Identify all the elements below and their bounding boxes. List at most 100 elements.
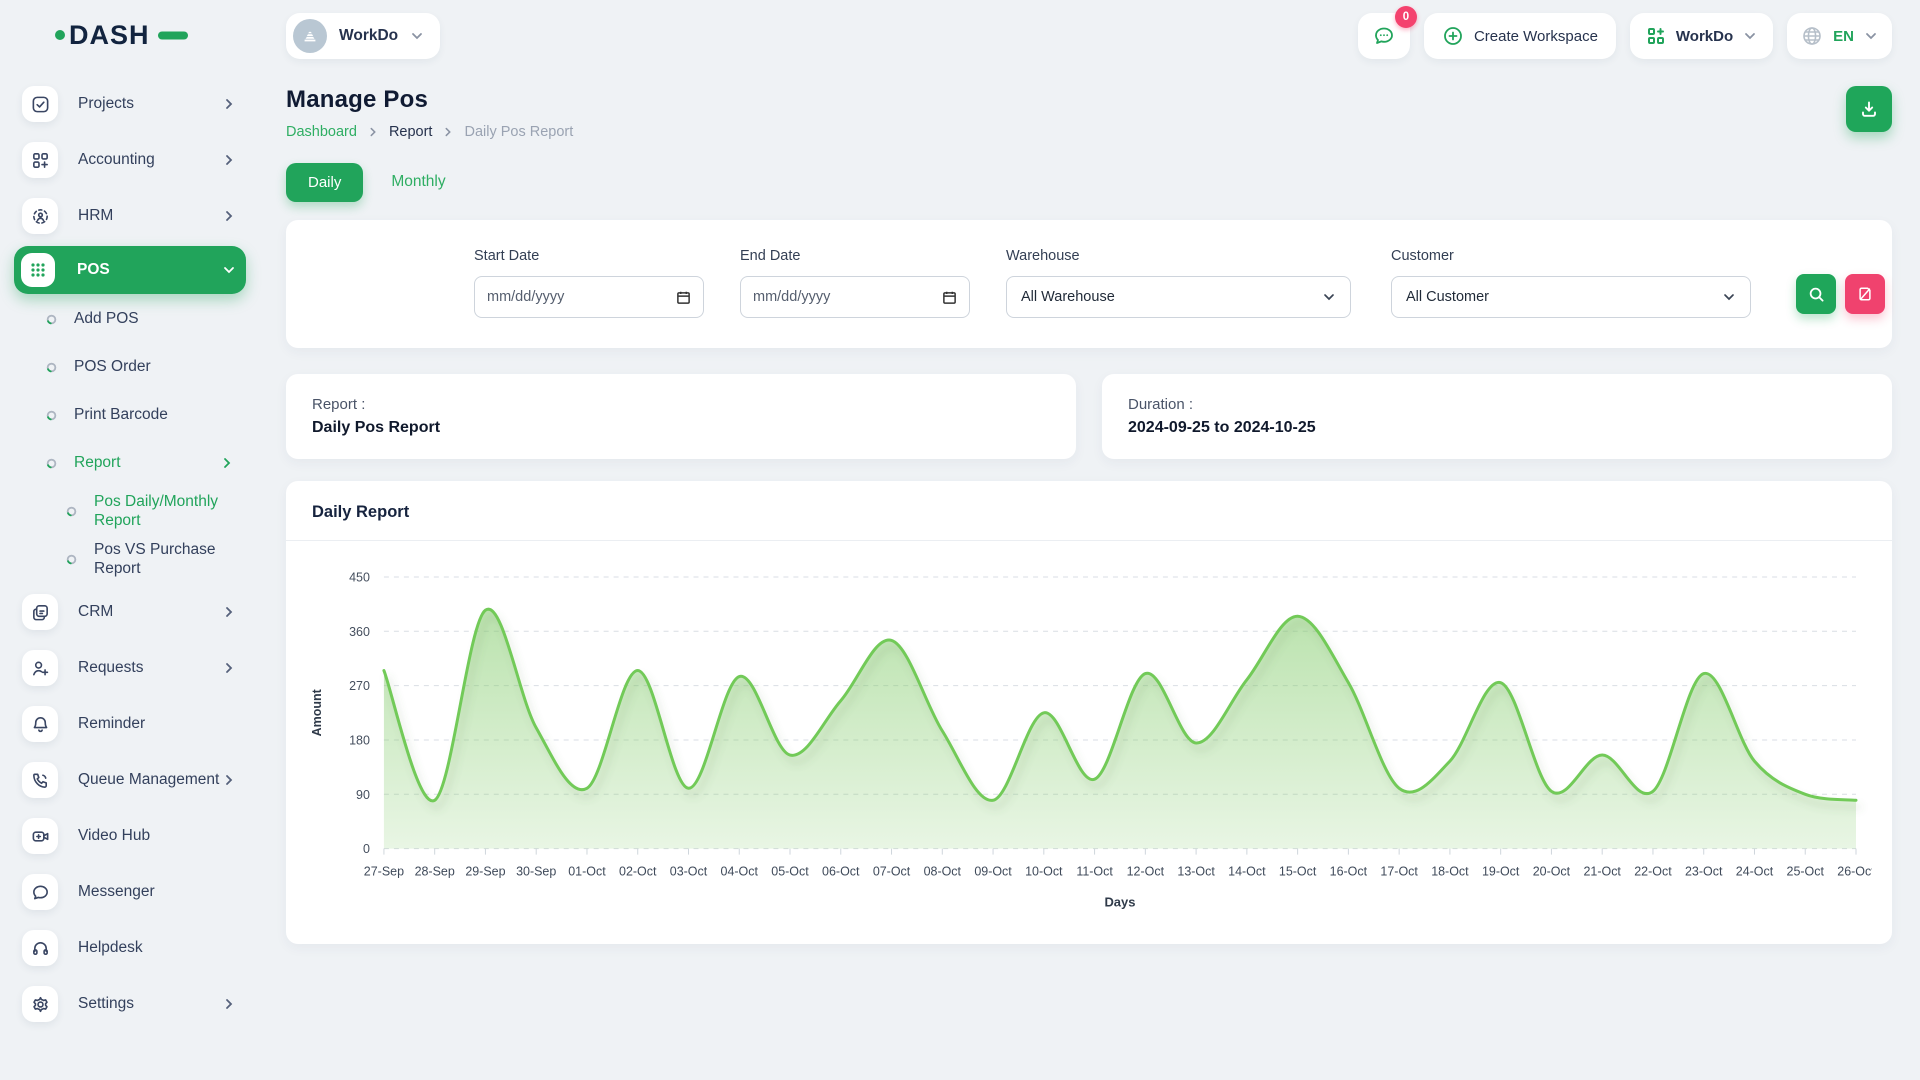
start-date-label: Start Date <box>474 248 704 264</box>
svg-text:29-Sep: 29-Sep <box>465 865 505 879</box>
video-camera-icon <box>22 818 58 854</box>
download-report-button[interactable] <box>1846 86 1892 132</box>
sidebar-item-pos[interactable]: POS <box>14 246 246 294</box>
breadcrumb-separator-icon <box>442 126 454 138</box>
chevron-down-icon <box>1722 290 1736 304</box>
sidebar-item-reminder[interactable]: Reminder <box>14 698 246 750</box>
clear-filter-icon <box>1857 286 1873 302</box>
sidebar-item-accounting[interactable]: Accounting <box>14 134 246 186</box>
svg-text:24-Oct: 24-Oct <box>1736 865 1774 879</box>
customer-select[interactable]: All Customer <box>1391 276 1751 318</box>
breadcrumb-report[interactable]: Report <box>389 124 433 140</box>
svg-text:11-Oct: 11-Oct <box>1076 865 1113 879</box>
daily-report-card: Daily Report 09018027036045027-Sep28-Sep… <box>286 481 1892 944</box>
language-selector[interactable]: EN <box>1787 13 1892 59</box>
chevron-right-icon <box>222 997 236 1011</box>
grid-plus-icon <box>1646 26 1666 46</box>
sidebar-item-requests[interactable]: Requests <box>14 642 246 694</box>
sidebar-item-hrm[interactable]: HRM <box>14 190 246 242</box>
reset-filter-button[interactable] <box>1845 274 1885 314</box>
page-title: Manage Pos <box>286 86 573 114</box>
sidebar-subitem-pos-order[interactable]: POS Order <box>14 346 246 388</box>
chat-bubble-icon <box>1372 24 1396 48</box>
svg-text:Days: Days <box>1104 895 1135 910</box>
chart-title: Daily Report <box>286 481 1892 541</box>
calendar-icon <box>676 290 691 305</box>
customer-label: Customer <box>1391 248 1751 264</box>
chevron-right-icon <box>222 661 236 675</box>
svg-text:22-Oct: 22-Oct <box>1634 865 1672 879</box>
start-date-input[interactable]: mm/dd/yyyy <box>474 276 704 318</box>
sidebar-item-settings[interactable]: Settings <box>14 978 246 1030</box>
warehouse-select[interactable]: All Warehouse <box>1006 276 1351 318</box>
breadcrumb-separator-icon <box>367 126 379 138</box>
chevron-right-icon <box>220 456 234 470</box>
svg-text:05-Oct: 05-Oct <box>771 865 809 879</box>
end-date-input[interactable]: mm/dd/yyyy <box>740 276 970 318</box>
sidebar-subitem-add-pos[interactable]: Add POS <box>14 298 246 340</box>
apply-filter-button[interactable] <box>1796 274 1836 314</box>
report-value: Daily Pos Report <box>312 419 1050 437</box>
main-content: Manage Pos Dashboard Report Daily Pos Re… <box>260 72 1920 944</box>
chevron-down-icon <box>222 263 236 277</box>
workspace-selector[interactable]: WorkDo <box>286 13 440 59</box>
gear-icon <box>22 986 58 1022</box>
chevron-right-icon <box>222 97 236 111</box>
app-switcher-button[interactable]: WorkDo <box>1630 13 1773 59</box>
report-label: Report : <box>312 396 1050 413</box>
chevron-down-icon <box>1322 290 1336 304</box>
svg-text:25-Oct: 25-Oct <box>1787 865 1825 879</box>
svg-text:20-Oct: 20-Oct <box>1533 865 1571 879</box>
chevron-right-icon <box>222 153 236 167</box>
breadcrumb-current: Daily Pos Report <box>464 124 573 140</box>
sidebar-item-helpdesk[interactable]: Helpdesk <box>14 922 246 974</box>
sidebar-subitem-report[interactable]: Report <box>14 442 246 484</box>
sidebar-item-queue-management[interactable]: Queue Management <box>14 754 246 806</box>
dash-logo: DASH <box>54 16 192 52</box>
user-plus-icon <box>22 650 58 686</box>
svg-text:12-Oct: 12-Oct <box>1127 865 1165 879</box>
sidebar-item-projects[interactable]: Projects <box>14 78 246 130</box>
donut-bullet-icon <box>46 314 57 325</box>
dots-grid-icon <box>21 253 55 287</box>
sidebar-item-video-hub[interactable]: Video Hub <box>14 810 246 862</box>
svg-text:01-Oct: 01-Oct <box>568 865 606 879</box>
donut-bullet-icon <box>66 506 77 517</box>
svg-text:90: 90 <box>356 788 370 802</box>
tab-daily[interactable]: Daily <box>286 163 363 202</box>
report-period-tabs: Daily Monthly <box>286 162 1892 202</box>
duration-label: Duration : <box>1128 396 1866 413</box>
svg-text:180: 180 <box>349 733 370 747</box>
filter-panel: Start Date mm/dd/yyyy End Date mm/dd/yyy… <box>286 220 1892 348</box>
checkbox-icon <box>22 86 58 122</box>
svg-text:30-Sep: 30-Sep <box>516 865 556 879</box>
bell-icon <box>22 706 58 742</box>
report-summary-card: Report : Daily Pos Report <box>286 374 1076 459</box>
sidebar-subitem-pos-vs-purchase-report[interactable]: Pos VS Purchase Report <box>14 538 246 580</box>
svg-text:18-Oct: 18-Oct <box>1431 865 1469 879</box>
end-date-label: End Date <box>740 248 970 264</box>
svg-text:26-Oct: 26-Oct <box>1837 865 1872 879</box>
tab-monthly[interactable]: Monthly <box>377 162 459 202</box>
sidebar-item-crm[interactable]: CRM <box>14 586 246 638</box>
svg-text:0: 0 <box>363 842 370 856</box>
headset-icon <box>22 930 58 966</box>
create-workspace-button[interactable]: Create Workspace <box>1424 13 1616 59</box>
phone-call-icon <box>22 762 58 798</box>
svg-text:21-Oct: 21-Oct <box>1583 865 1621 879</box>
svg-text:17-Oct: 17-Oct <box>1380 865 1418 879</box>
sidebar: DASH Projects Accounting HRM <box>0 0 260 1080</box>
donut-bullet-icon <box>46 458 57 469</box>
search-icon <box>1808 286 1825 303</box>
svg-text:04-Oct: 04-Oct <box>721 865 759 879</box>
breadcrumb-dashboard[interactable]: Dashboard <box>286 124 357 140</box>
svg-text:15-Oct: 15-Oct <box>1279 865 1317 879</box>
sidebar-subitem-pos-daily-monthly-report[interactable]: Pos Daily/Monthly Report <box>14 490 246 532</box>
duration-value: 2024-09-25 to 2024-10-25 <box>1128 419 1866 437</box>
chevron-right-icon <box>222 209 236 223</box>
messages-button[interactable]: 0 <box>1358 13 1410 59</box>
sidebar-subitem-print-barcode[interactable]: Print Barcode <box>14 394 246 436</box>
donut-bullet-icon <box>46 362 57 373</box>
sidebar-item-messenger[interactable]: Messenger <box>14 866 246 918</box>
svg-text:23-Oct: 23-Oct <box>1685 865 1723 879</box>
